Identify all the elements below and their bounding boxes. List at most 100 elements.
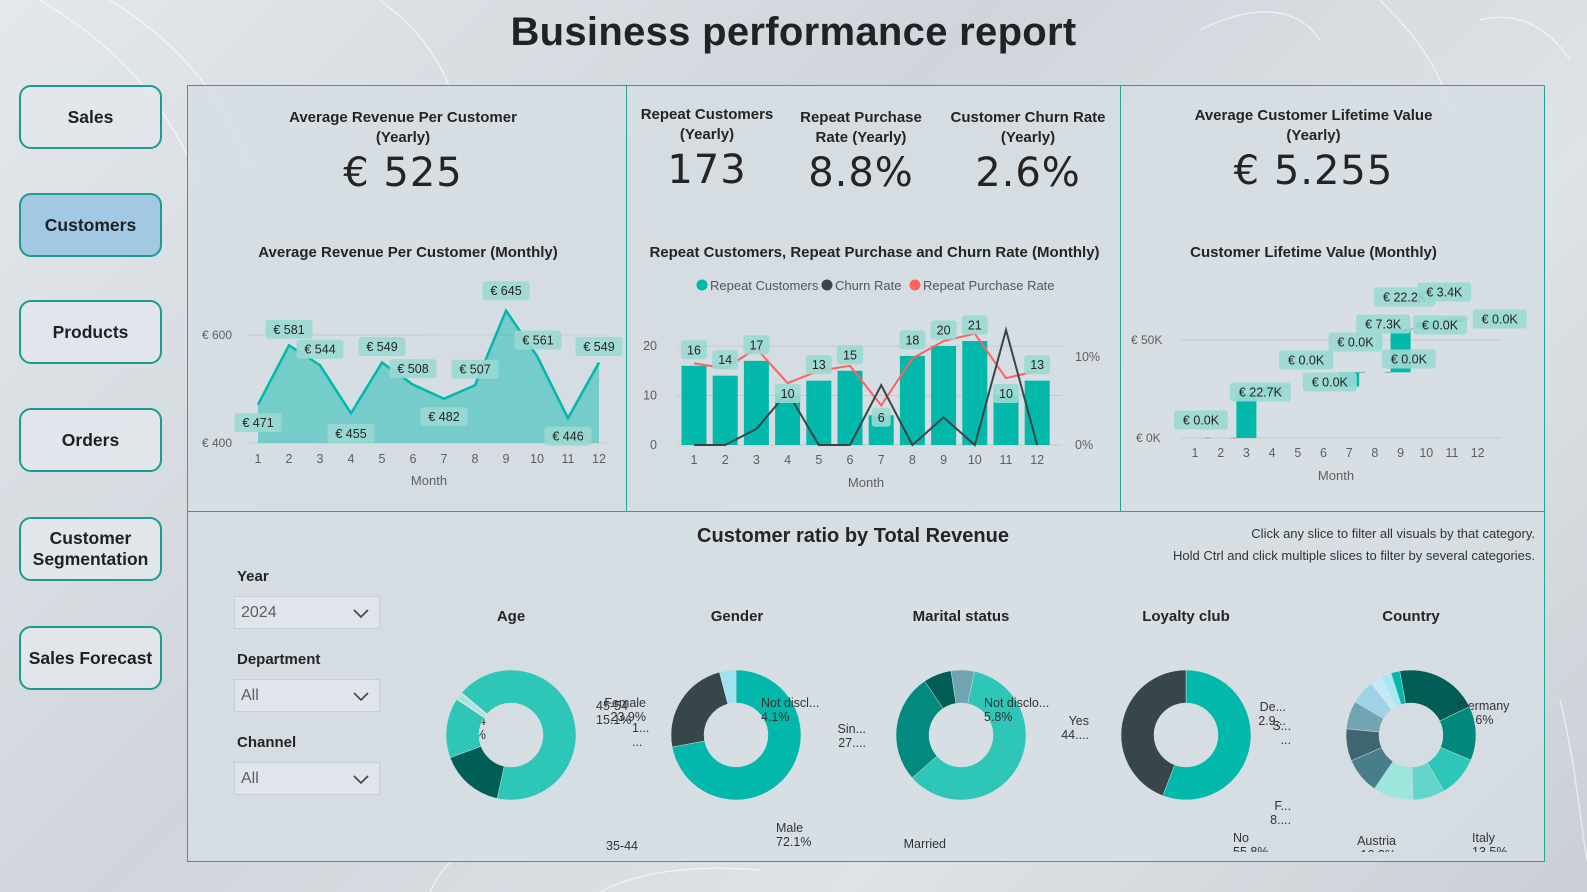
donut-slice-gender (670, 671, 729, 748)
data-label: 14 (718, 353, 732, 367)
filter-note-1: Click any slice to filter all visuals by… (1251, 526, 1535, 541)
data-label: 6 (878, 411, 885, 425)
x-tick-label: 8 (909, 453, 916, 467)
chart-repeat-monthly[interactable]: Repeat Customers Churn Rate Repeat Purchas… (627, 271, 1122, 493)
data-label: 13 (812, 358, 826, 372)
channel-slicer-value: All (241, 770, 259, 787)
nav-customer-segmentation-button[interactable]: Customer Segmentation (19, 517, 162, 581)
data-label: € 0.0K (1312, 376, 1349, 390)
panel-repeat: Repeat Customers (Yearly) 173 Repeat Pur… (626, 85, 1121, 512)
x-tick-label: 11 (1446, 446, 1459, 460)
donut-label: No (1233, 831, 1249, 845)
kpi-arpc-value: € 525 (343, 150, 463, 196)
data-label: 10 (781, 387, 795, 401)
donut-marital-title: Marital status (912, 608, 1010, 625)
data-label: 17 (749, 338, 763, 352)
x-tick-label: 1 (691, 453, 698, 467)
x-tick-label: 9 (940, 453, 947, 467)
data-label: 20 (937, 324, 951, 338)
nav-customers-button[interactable]: Customers (19, 193, 162, 257)
kpi-arpc-title: Average Revenue Per Customer (Yearly) (289, 109, 517, 146)
x-tick-label: 6 (1320, 446, 1327, 460)
x-tick-label: 3 (317, 452, 324, 466)
data-label: € 455 (335, 427, 366, 441)
customer-ratio-title: Customer ratio by Total Revenue (697, 525, 1009, 547)
x-tick-label: 10 (968, 453, 982, 467)
x-tick-label: 5 (815, 453, 822, 467)
data-label: € 549 (366, 340, 397, 354)
x-tick-label: 6 (847, 453, 854, 467)
donut-value-label: 2.9... (1258, 714, 1286, 728)
data-label: € 471 (242, 416, 273, 430)
chevron-down-icon (353, 692, 369, 702)
x-tick-label: 5 (1294, 446, 1301, 460)
x-tick-label: 4 (1269, 446, 1276, 460)
donut-label: Sin... (838, 722, 867, 736)
x-axis-label: Month (411, 473, 447, 488)
x-tick-label: 10 (1419, 446, 1433, 460)
legend-label: Repeat Purchase Rate (923, 278, 1055, 293)
x-tick-label: 8 (1371, 446, 1378, 460)
y-tick-label-left: 0 (650, 438, 657, 452)
chart-clv-title: Customer Lifetime Value (Monthly) (1190, 244, 1437, 261)
department-slicer-label: Department (237, 651, 321, 668)
data-label: 21 (968, 319, 982, 333)
nav-sales-button[interactable]: Sales (19, 85, 162, 149)
x-axis-label: Month (848, 475, 884, 490)
data-label: € 0.0K (1391, 353, 1428, 367)
donut-value-label: 60.2% (911, 851, 946, 852)
channel-slicer-dropdown[interactable]: All (234, 762, 380, 795)
year-slicer-value: 2024 (241, 604, 277, 621)
department-slicer-dropdown[interactable]: All (234, 679, 380, 712)
kpi-repeat-customers-value: 173 (667, 147, 747, 193)
legend-marker (696, 279, 708, 291)
y-tick-label: € 0K (1136, 431, 1161, 445)
y-tick-label-right: 0% (1075, 438, 1093, 452)
bar (681, 365, 707, 445)
x-tick-label: 1 (255, 452, 262, 466)
data-label: € 7.3K (1365, 318, 1402, 332)
donut-label: 35-44 (606, 839, 638, 852)
data-label: € 544 (304, 343, 335, 357)
x-tick-label: 12 (592, 452, 606, 466)
channel-slicer-label: Channel (237, 734, 297, 751)
nav-products-button[interactable]: Products (19, 300, 162, 364)
nav-sales-forecast-button[interactable]: Sales Forecast (19, 626, 162, 690)
panel-arpc: Average Revenue Per Customer (Yearly) € … (187, 85, 627, 512)
data-label: € 0.0K (1183, 414, 1220, 428)
x-tick-label: 5 (379, 452, 386, 466)
kpi-churn-title: Customer Churn Rate (Yearly) (950, 109, 1106, 146)
kpi-repeat-purchase-title: Repeat Purchase Rate (Yearly) (800, 109, 922, 146)
x-tick-label: 12 (1030, 453, 1044, 467)
x-tick-label: 11 (562, 452, 575, 466)
bar (806, 380, 832, 445)
kpi-repeat-purchase-value: 8.8% (808, 150, 914, 196)
data-label: € 446 (552, 430, 583, 444)
y-tick-label-left: 10 (643, 389, 657, 403)
donut-value-label: ... (632, 735, 642, 749)
x-tick-label: 3 (1243, 446, 1250, 460)
data-label: € 645 (490, 284, 521, 298)
chart-repeat-title: Repeat Customers, Repeat Purchase and Ch… (649, 244, 1100, 261)
year-slicer-dropdown[interactable]: 2024 (234, 596, 380, 629)
chart-arpc-title: Average Revenue Per Customer (Monthly) (258, 244, 558, 261)
donut-label: Italy (1472, 831, 1496, 845)
donut-label: De... (1260, 700, 1286, 714)
legend-label: Churn Rate (835, 278, 901, 293)
kpi-repeat-customers-title: Repeat Customers (Yearly) (640, 106, 774, 143)
donut-label: F... (1274, 799, 1291, 813)
panel-clv: Average Customer Lifetime Value (Yearly)… (1120, 85, 1545, 512)
page-title: Business performance report (510, 10, 1077, 54)
bar (962, 341, 988, 445)
nav-orders-button[interactable]: Orders (19, 408, 162, 472)
donut-charts[interactable]: 35-4467.3%25-3415.9%45-5415.1%1......Mal… (388, 632, 1538, 852)
x-tick-label: 2 (286, 452, 293, 466)
chart-arpc-monthly[interactable]: € 400 € 600 1 € 471 2 € 581 3 € 544 4 € 455 5 € 549… (188, 276, 628, 491)
donut-value-label: 8.... (1270, 813, 1291, 827)
donut-value-label: 10.2% (1361, 848, 1396, 852)
donut-value-label: 27.... (838, 736, 866, 750)
x-axis-label: Month (1318, 468, 1354, 483)
data-label: € 549 (583, 340, 614, 354)
kpi-churn-value: 2.6% (975, 150, 1081, 196)
chart-clv-monthly[interactable]: € 0K€ 50K1 2 3 4 5 6 7 8 9 10 11 12€ 0.0K€ 22.7K€ 0… (1121, 276, 1541, 491)
